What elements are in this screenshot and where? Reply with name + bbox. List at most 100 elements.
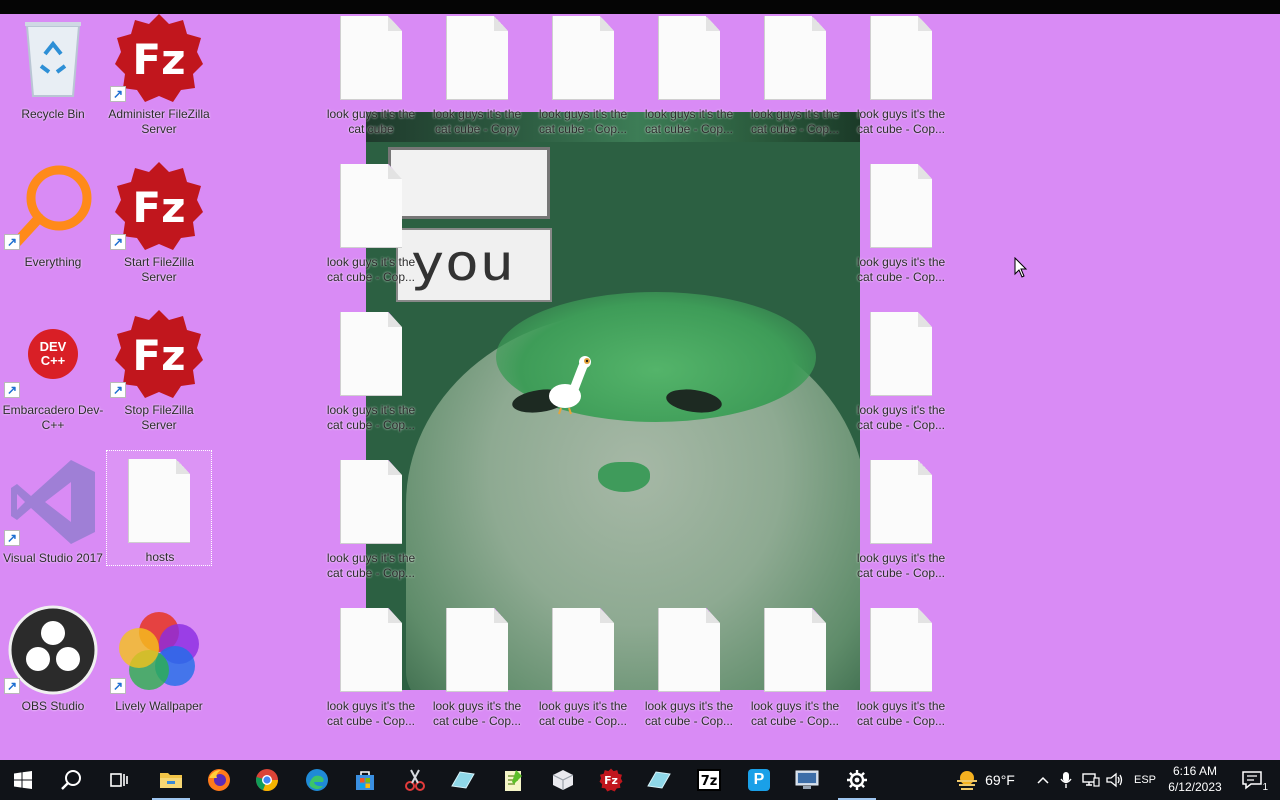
7zip[interactable]: 7z (686, 760, 732, 800)
cat-cube-file[interactable]: look guys it's the cat cube - Cop... (742, 8, 848, 148)
cat-cube-file[interactable]: look guys it's the cat cube - Cop... (530, 8, 636, 148)
app-blue-2[interactable] (636, 760, 682, 800)
cat-cube-file[interactable]: look guys it's the cat cube - Cop... (530, 600, 636, 740)
app-blue-1[interactable] (440, 760, 486, 800)
cat-cube-file[interactable]: look guys it's the cat cube - Cop... (318, 452, 424, 592)
cat-cube-file[interactable]: look guys it's the cat cube - Copy (424, 8, 530, 148)
firefox[interactable] (196, 760, 242, 800)
hosts-file[interactable]: hosts (106, 450, 212, 566)
notepad-icon (505, 770, 522, 791)
clock-date: 6/12/2023 (1168, 780, 1222, 794)
show-hidden-icons-button[interactable] (1032, 760, 1054, 800)
microphone-icon (1060, 772, 1072, 788)
cat-cube-file[interactable]: look guys it's the cat cube - Cop... (636, 8, 742, 148)
notification-center-button[interactable]: 1 (1232, 760, 1272, 800)
task-view-button[interactable] (96, 760, 142, 800)
lively-wallpaper-shortcut[interactable]: ↗ Lively Wallpaper (106, 600, 212, 740)
desktop-icon-label: look guys it's the cat cube (326, 107, 416, 136)
desktop-icon-label: look guys it's the cat cube - Cop... (644, 107, 734, 136)
task-view-icon (110, 773, 128, 787)
document-icon (853, 308, 949, 400)
desktop-icon-label: look guys it's the cat cube - Cop... (326, 699, 416, 728)
settings[interactable] (834, 760, 880, 800)
shortcut-arrow-icon: ↗ (4, 530, 20, 546)
app-p[interactable]: P (736, 760, 782, 800)
cat-cube-file[interactable]: look guys it's the cat cube - Cop... (848, 156, 954, 296)
svg-text:Fz: Fz (132, 331, 185, 380)
edge[interactable] (294, 760, 340, 800)
eraser-icon (647, 771, 671, 789)
virtualbox[interactable] (540, 760, 586, 800)
weather-widget[interactable]: 69°F (950, 760, 1020, 800)
recycle-bin-shortcut[interactable]: Recycle Bin (0, 8, 106, 148)
administer-filezilla-shortcut[interactable]: Fz ↗ Administer FileZilla Server (106, 8, 212, 148)
visual-studio-shortcut[interactable]: ↗ Visual Studio 2017 (0, 452, 106, 592)
shortcut-arrow-icon: ↗ (4, 678, 20, 694)
chrome[interactable] (244, 760, 290, 800)
cat-cube-file[interactable]: look guys it's the cat cube - Cop... (424, 600, 530, 740)
file-explorer[interactable] (148, 760, 194, 800)
cube-icon (552, 770, 574, 790)
stop-filezilla-shortcut[interactable]: Fz ↗ Stop FileZilla Server (106, 304, 212, 444)
notification-count: 1 (1262, 782, 1268, 793)
desktop-icon-label: look guys it's the cat cube - Cop... (432, 699, 522, 728)
speaker-icon (1106, 772, 1123, 788)
document-icon (853, 456, 949, 548)
volume-tray[interactable] (1104, 760, 1126, 800)
desktop-icon-label: look guys it's the cat cube - Cop... (326, 255, 416, 284)
search-icon (61, 770, 81, 790)
language-label: ESP (1133, 774, 1156, 786)
cat-cube-file[interactable]: look guys it's the cat cube - Cop... (848, 304, 954, 444)
document-icon (323, 12, 419, 104)
start-filezilla-shortcut[interactable]: Fz ↗ Start FileZilla Server (106, 156, 212, 296)
cat-cube-file[interactable]: look guys it's the cat cube - Cop... (318, 600, 424, 740)
cat-cube-file[interactable]: look guys it's the cat cube - Cop... (848, 600, 954, 740)
desktop-icon-label: hosts (145, 550, 175, 564)
desktop-goose[interactable] (545, 352, 593, 416)
gear-icon (847, 770, 867, 790)
cat-cube-file[interactable]: look guys it's the cat cube - Cop... (318, 304, 424, 444)
search-button[interactable] (48, 760, 94, 800)
eraser-icon (451, 771, 475, 789)
desktop-icon-label: look guys it's the cat cube - Cop... (856, 107, 946, 136)
desktop-icon-label: look guys it's the cat cube - Cop... (326, 403, 416, 432)
sun-haze-icon (957, 771, 978, 790)
shortcut-arrow-icon: ↗ (110, 678, 126, 694)
desktop-icon-label: Everything (24, 255, 82, 269)
microsoft-store[interactable] (342, 760, 388, 800)
cat-cube-file[interactable]: look guys it's the cat cube - Cop... (848, 8, 954, 148)
folder-icon (160, 773, 182, 788)
shortcut-arrow-icon: ↗ (4, 234, 20, 250)
desktop-icon-label: Start FileZilla Server (123, 255, 194, 284)
cat-cube-file[interactable]: look guys it's the cat cube (318, 8, 424, 148)
notepad-plus[interactable] (490, 760, 536, 800)
clock[interactable]: 6:16 AM 6/12/2023 (1164, 763, 1226, 795)
obs-studio-shortcut[interactable]: ↗ OBS Studio (0, 600, 106, 740)
language-indicator[interactable]: ESP (1130, 760, 1160, 800)
snipping-tool[interactable] (392, 760, 438, 800)
wallpaper-cat-nose (598, 462, 650, 492)
everything-shortcut[interactable]: ↗ Everything (0, 156, 106, 296)
weather-temperature: 69°F (985, 772, 1015, 788)
clock-time: 6:16 AM (1172, 764, 1218, 778)
desktop-icon-label: look guys it's the cat cube - Cop... (750, 107, 840, 136)
desktop[interactable]: you Recycle Bin Fz ↗ Administer FileZill… (0, 0, 1280, 760)
remote-desktop[interactable] (784, 760, 830, 800)
microphone-tray[interactable] (1056, 760, 1076, 800)
document-icon (641, 12, 737, 104)
monitor-icon (795, 770, 819, 789)
filezilla[interactable]: Fz (588, 760, 634, 800)
start-button[interactable] (0, 760, 46, 800)
cat-cube-file[interactable]: look guys it's the cat cube - Cop... (848, 452, 954, 592)
devcpp-shortcut[interactable]: DEV C++ ↗ Embarcadero Dev-C++ (0, 304, 106, 444)
network-tray[interactable] (1080, 760, 1102, 800)
network-icon (1082, 773, 1100, 787)
cat-cube-file[interactable]: look guys it's the cat cube - Cop... (636, 600, 742, 740)
cat-cube-file[interactable]: look guys it's the cat cube - Cop... (742, 600, 848, 740)
desktop-icon-label: Lively Wallpaper (115, 699, 203, 713)
document-icon (747, 12, 843, 104)
desktop-icon-label: look guys it's the cat cube - Cop... (856, 551, 946, 580)
cat-cube-file[interactable]: look guys it's the cat cube - Cop... (318, 156, 424, 296)
svg-text:Fz: Fz (132, 35, 185, 84)
chevron-up-icon (1037, 776, 1049, 784)
